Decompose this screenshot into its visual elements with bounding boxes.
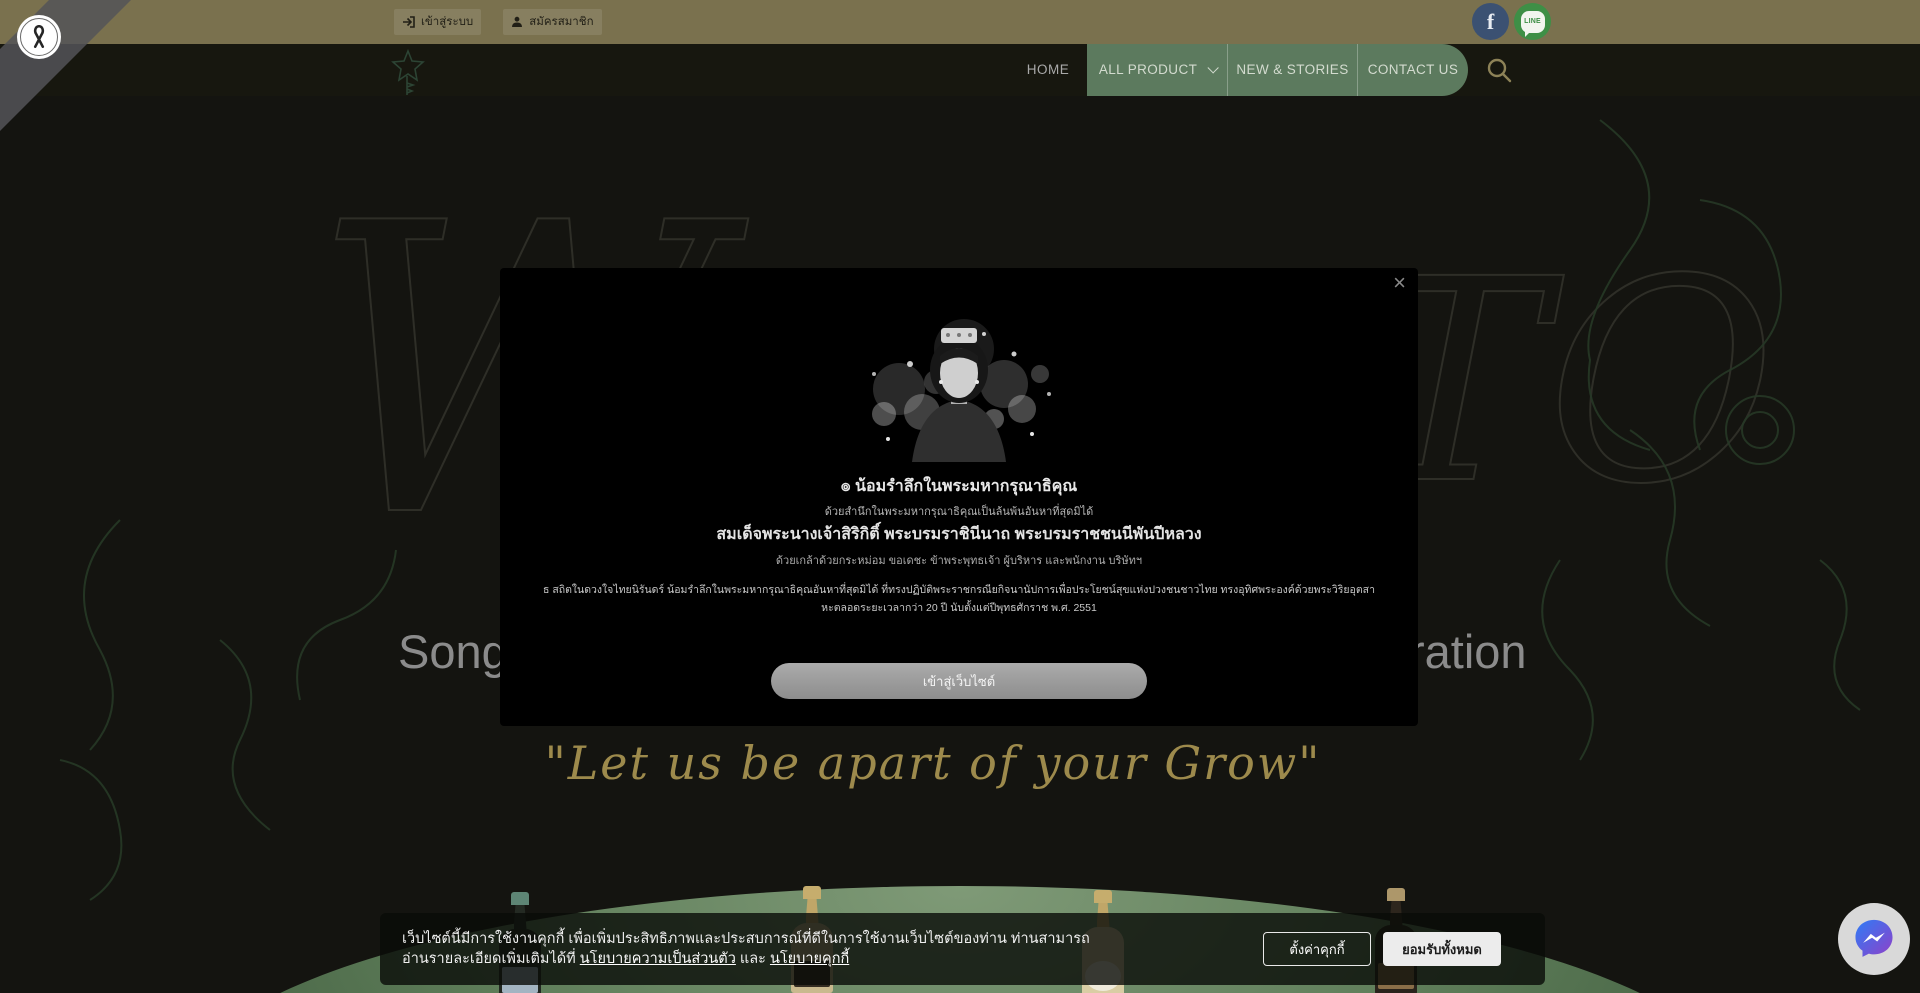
line-bubble: LINE	[1521, 11, 1545, 33]
bottle-cap	[1094, 890, 1112, 903]
login-label: เข้าสู่ระบบ	[421, 13, 473, 31]
nav-item-all-product[interactable]: ALL PRODUCT	[1087, 44, 1228, 96]
messenger-icon	[1851, 916, 1897, 962]
line-icon[interactable]: LINE	[1514, 3, 1551, 40]
hero-script-quote: "Let us be apart of your Grow"	[545, 736, 1322, 790]
nav-item-home[interactable]: HOME	[1012, 44, 1084, 96]
sign-in-icon	[402, 16, 415, 28]
enter-site-button[interactable]: เข้าสู่เว็บไซต์	[771, 663, 1147, 699]
all-product-label: ALL PRODUCT	[1099, 62, 1197, 77]
awareness-ribbon-icon	[26, 23, 52, 51]
register-link[interactable]: สมัครสมาชิก	[503, 9, 601, 35]
privacy-policy-link[interactable]: นโยบายความเป็นส่วนตัว	[580, 951, 736, 967]
facebook-icon[interactable]: f	[1472, 3, 1509, 40]
bottle-cap	[511, 892, 529, 905]
nav-menu-group: ALL PRODUCT NEW & STORIES CONTACT US	[1087, 44, 1468, 96]
hero-heading-right-fragment: ration	[1409, 624, 1527, 679]
hero-heading-left-fragment: Song	[398, 624, 508, 679]
nav-item-contact-us[interactable]: CONTACT US	[1358, 44, 1468, 96]
top-utility-bar: เข้าสู่ระบบ สมัครสมาชิก f LINE	[0, 0, 1920, 44]
queen-portrait-image	[844, 294, 1074, 462]
login-link[interactable]: เข้าสู่ระบบ	[394, 9, 481, 35]
bottle-cap	[803, 886, 821, 899]
modal-paragraph: ธ สถิตในดวงใจไทยนิรันดร์ น้อมรำลึกในพระม…	[537, 582, 1381, 618]
brand-star-logo[interactable]	[390, 49, 426, 97]
messenger-chat-button[interactable]	[1838, 903, 1910, 975]
cookie-settings-button[interactable]: ตั้งค่าคุกกี้	[1263, 932, 1371, 966]
cookie-message: เว็บไซต์นี้มีการใช้งานคุกกี้ เพื่อเพิ่มป…	[402, 929, 1102, 970]
modal-dedication: ด้วยเกล้าด้วยกระหม่อม ขอเดชะ ข้าพระพุทธเ…	[500, 551, 1418, 569]
cookie-consent-banner: เว็บไซต์นี้มีการใช้งานคุกกี้ เพื่อเพิ่มป…	[380, 913, 1545, 985]
page: W TO Song ration "Let us be apart of you…	[0, 0, 1920, 993]
bottle-cap	[1387, 888, 1405, 901]
memorial-modal: ×	[500, 268, 1418, 726]
person-icon	[511, 16, 523, 28]
nav-item-new-stories[interactable]: NEW & STORIES	[1228, 44, 1358, 96]
modal-royal-title: สมเด็จพระนางเจ้าสิริกิติ์ พระบรมราชินีนา…	[500, 522, 1418, 547]
search-icon[interactable]	[1485, 56, 1513, 84]
modal-subtitle: ด้วยสำนึกในพระมหากรุณาธิคุณเป็นล้นพ้นอัน…	[500, 502, 1418, 520]
modal-close-button[interactable]: ×	[1393, 272, 1406, 294]
main-navigation: HOME ALL PRODUCT NEW & STORIES CONTACT U…	[0, 44, 1920, 96]
modal-title: ๏ น้อมรำลึกในพระมหากรุณาธิคุณ	[500, 474, 1418, 499]
register-label: สมัครสมาชิก	[529, 13, 593, 31]
cookie-policy-link[interactable]: นโยบายคุกกี้	[770, 951, 849, 967]
chevron-down-icon	[1208, 62, 1219, 73]
and-word: และ	[736, 951, 770, 967]
cookie-accept-all-button[interactable]: ยอมรับทั้งหมด	[1383, 932, 1501, 966]
mourning-ribbon-button[interactable]	[17, 15, 61, 59]
